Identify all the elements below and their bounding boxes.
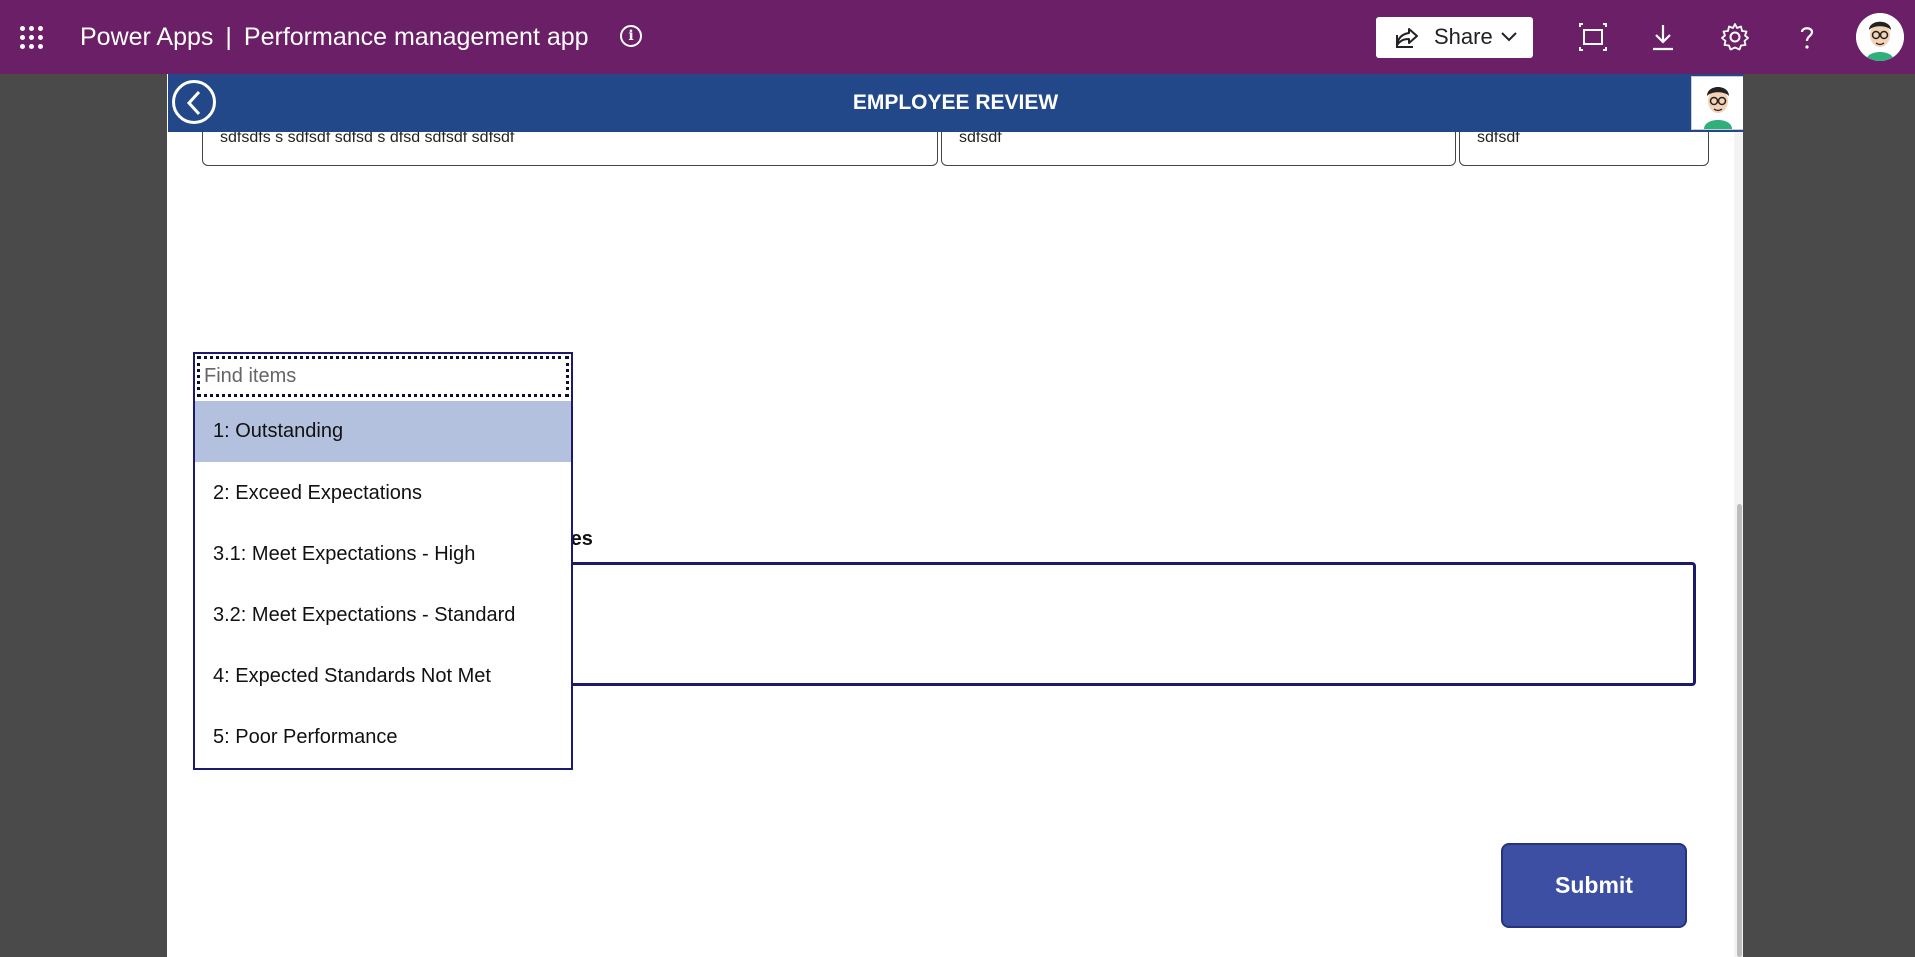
info-icon[interactable]: i	[620, 25, 642, 47]
chevron-down-icon	[1501, 32, 1517, 42]
avatar[interactable]	[1856, 13, 1904, 61]
dropdown-option-exceed-expectations[interactable]: 2: Exceed Expectations	[195, 463, 571, 524]
dropdown-option-meet-expectations-high[interactable]: 3.1: Meet Expectations - High	[195, 524, 571, 585]
screen-header: EMPLOYEE REVIEW	[168, 74, 1743, 132]
screen-title: EMPLOYEE REVIEW	[852, 91, 1059, 114]
power-apps-topbar: Power Apps | Performance management app i …	[0, 0, 1915, 74]
dropdown-option-poor-performance[interactable]: 5: Poor Performance	[195, 707, 571, 768]
rating-dropdown-list: 1: Outstanding 2: Exceed Expectations 3.…	[193, 352, 573, 770]
submit-button[interactable]: Submit	[1501, 843, 1687, 928]
dropdown-option-outstanding[interactable]: 1: Outstanding	[195, 401, 571, 462]
title-separator: |	[225, 23, 232, 51]
scrollbar-thumb[interactable]	[1737, 504, 1742, 957]
share-icon	[1396, 28, 1418, 48]
waffle-icon[interactable]	[20, 26, 44, 50]
objectives-input[interactable]	[511, 562, 1696, 686]
help-icon[interactable]	[1792, 22, 1822, 52]
share-label: Share	[1434, 24, 1493, 49]
settings-icon[interactable]	[1720, 22, 1750, 52]
app-title: Power Apps | Performance management app	[80, 22, 589, 52]
dropdown-option-meet-expectations-standard[interactable]: 3.2: Meet Expectations - Standard	[195, 585, 571, 646]
fit-screen-icon[interactable]	[1578, 22, 1608, 52]
find-items-input[interactable]	[197, 356, 569, 397]
dropdown-option-standards-not-met[interactable]: 4: Expected Standards Not Met	[195, 646, 571, 707]
download-icon[interactable]	[1648, 22, 1678, 52]
employee-avatar	[1691, 76, 1743, 130]
app-name: Performance management app	[243, 23, 589, 51]
share-button[interactable]: Share	[1376, 17, 1533, 58]
product-name: Power Apps	[80, 23, 214, 51]
